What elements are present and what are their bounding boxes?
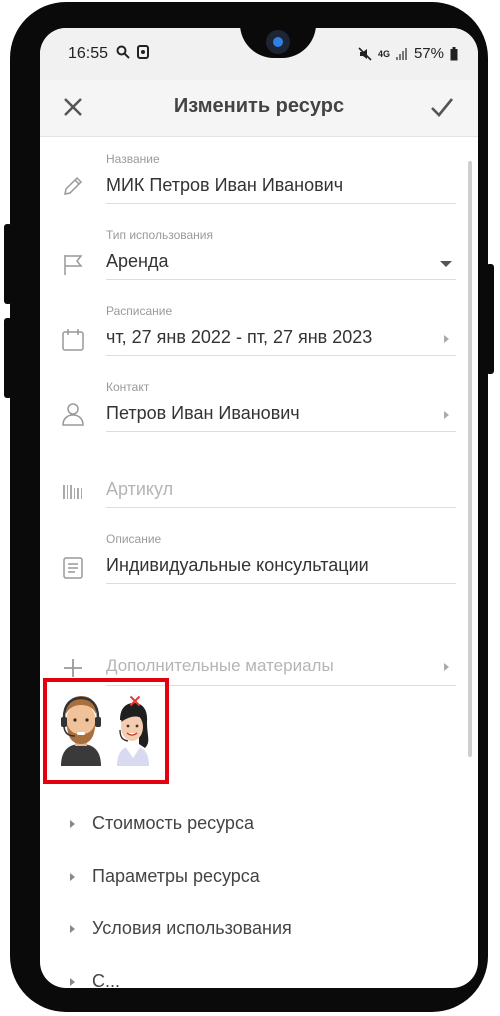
female-avatar-image[interactable]: [111, 700, 155, 766]
pencil-icon: [64, 176, 83, 195]
usage-type-value[interactable]: Аренда: [106, 251, 168, 272]
chevron-right-icon: [70, 873, 75, 881]
person-icon: [62, 403, 84, 426]
usage-type-label: Тип использования: [106, 228, 213, 242]
section-resource-cost[interactable]: Стоимость ресурса: [40, 805, 460, 845]
front-camera: [266, 30, 290, 54]
description-label: Описание: [106, 532, 162, 546]
section-cut-off[interactable]: С...: [40, 963, 460, 988]
section-label: Стоимость ресурса: [92, 813, 254, 833]
section-label: Условия использования: [92, 918, 292, 938]
page-title: Изменить ресурс: [173, 95, 345, 117]
chevron-right-icon[interactable]: [444, 411, 449, 419]
description-underline: [106, 583, 456, 584]
power-button: [486, 264, 494, 374]
battery-icon: [450, 46, 458, 60]
chevron-right-icon: [70, 978, 75, 986]
mute-icon: [358, 46, 372, 61]
section-usage-conditions[interactable]: Условия использования: [40, 910, 460, 950]
flag-icon: [64, 255, 83, 275]
schedule-underline: [106, 355, 456, 356]
barcode-icon: [63, 485, 82, 499]
chevron-right-icon: [70, 925, 75, 933]
volume-button-2: [4, 318, 12, 398]
calendar-icon: [62, 329, 84, 351]
app-bar: Изменить ресурс: [40, 80, 478, 137]
section-label: С...: [92, 971, 121, 988]
name-label: Название: [106, 152, 160, 166]
document-icon: [63, 557, 83, 579]
scrollbar[interactable]: [468, 161, 472, 757]
attached-images-highlight: [43, 678, 169, 784]
status-bar: 16:55 4G 57%: [40, 28, 478, 80]
phone-frame: 16:55 4G 57% Изменить ресурс Название МИ…: [4, 2, 494, 1012]
network-type: 4G: [377, 48, 390, 59]
section-resource-params[interactable]: Параметры ресурса: [40, 858, 460, 898]
battery-percent: 57%: [413, 45, 444, 62]
remove-x-icon[interactable]: [129, 695, 141, 707]
male-avatar-image[interactable]: [55, 692, 107, 766]
article-underline: [106, 507, 456, 508]
article-placeholder[interactable]: Артикул: [106, 479, 173, 500]
description-value[interactable]: Индивидуальные консультации: [106, 555, 369, 576]
volume-button: [4, 224, 12, 304]
status-notification-icons: [116, 45, 149, 59]
usage-type-underline: [106, 279, 456, 280]
contact-underline: [106, 431, 456, 432]
chevron-right-icon: [70, 820, 75, 828]
section-label: Параметры ресурса: [92, 866, 260, 886]
chevron-right-icon[interactable]: [444, 663, 449, 671]
schedule-label: Расписание: [106, 304, 173, 318]
contact-label: Контакт: [106, 380, 150, 394]
chevron-right-icon[interactable]: [444, 335, 449, 343]
name-value[interactable]: МИК Петров Иван Иванович: [106, 175, 343, 196]
contact-value[interactable]: Петров Иван Иванович: [106, 403, 300, 424]
materials-placeholder[interactable]: Дополнительные материалы: [106, 656, 334, 676]
camera-notch: [240, 28, 316, 58]
screen: 16:55 4G 57% Изменить ресурс Название МИ…: [40, 28, 478, 988]
signal-icon: [395, 47, 407, 60]
screenshot-icon: [137, 45, 149, 59]
name-underline: [106, 203, 456, 204]
status-right-icons: 4G 57%: [358, 45, 458, 62]
search-icon: [116, 45, 130, 59]
dropdown-caret-icon[interactable]: [440, 261, 452, 267]
schedule-value[interactable]: чт, 27 янв 2022 - пт, 27 янв 2023: [106, 327, 372, 348]
status-time: 16:55: [68, 45, 109, 62]
form-content: Название МИК Петров Иван Иванович Тип ис…: [40, 137, 478, 988]
check-icon[interactable]: [430, 96, 454, 118]
